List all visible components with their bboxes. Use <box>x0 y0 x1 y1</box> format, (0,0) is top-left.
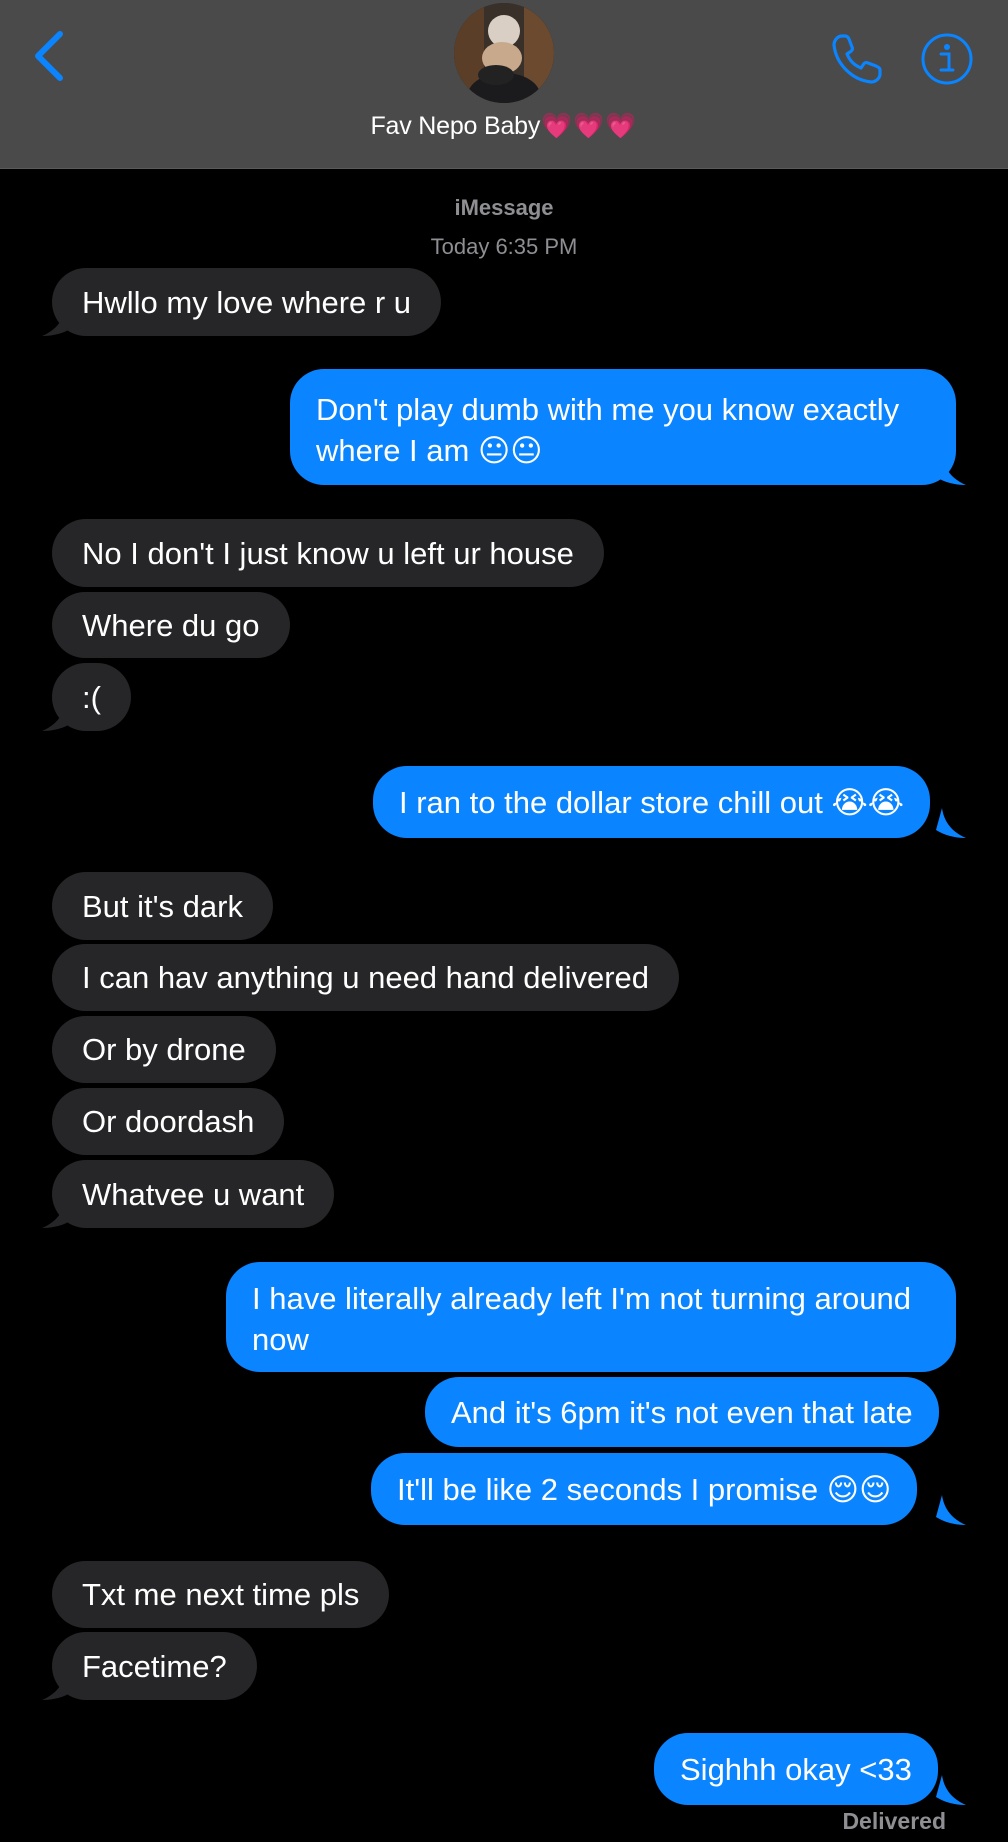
contact-name[interactable]: Fav Nepo Baby💗💗💗 <box>0 112 1008 141</box>
incoming-message[interactable]: But it's dark <box>52 872 273 940</box>
avatar-photo <box>454 3 554 103</box>
message-text: Facetime? <box>82 1648 227 1684</box>
outgoing-message[interactable]: Don't play dumb with me you know exactly… <box>290 369 956 485</box>
service-label: iMessage <box>454 195 554 220</box>
heart-emojis: 💗💗💗 <box>541 112 638 140</box>
incoming-message[interactable]: Hwllo my love where r u <box>52 268 442 336</box>
message-text: Txt me next time pls <box>82 1577 360 1612</box>
message-text: It'll be like 2 seconds I promise 😌😌 <box>397 1471 892 1507</box>
phone-icon <box>832 34 882 84</box>
message-text: No I don't I just know u left ur house <box>82 535 574 571</box>
outgoing-bubble-tail <box>936 1775 966 1805</box>
message-text: And it's 6pm it's not even that late <box>451 1394 913 1430</box>
incoming-message[interactable]: Facetime? <box>52 1632 257 1700</box>
message-text: :( <box>82 679 101 715</box>
delivered-status: Delivered <box>842 1808 946 1834</box>
message-text: Or by drone <box>82 1032 246 1067</box>
message-text: I have literally already left I'm not tu… <box>252 1281 911 1357</box>
contact-name-text: Fav Nepo Baby <box>370 112 541 140</box>
outgoing-message[interactable]: It'll be like 2 seconds I promise 😌😌 <box>371 1453 918 1525</box>
incoming-bubble-tail <box>42 306 72 336</box>
outgoing-message[interactable]: I have literally already left I'm not tu… <box>226 1262 956 1372</box>
message-text: Whatvee u want <box>82 1176 305 1212</box>
message-text: But it's dark <box>82 888 243 924</box>
message-text: I ran to the dollar store chill out 😭😭 <box>399 784 904 820</box>
incoming-message[interactable]: I can hav anything u need hand delivered <box>52 944 680 1011</box>
message-text: Sighhh okay <33 <box>680 1751 912 1787</box>
incoming-message[interactable]: Or doordash <box>52 1088 285 1155</box>
outgoing-message[interactable]: I ran to the dollar store chill out 😭😭 <box>373 766 930 838</box>
outgoing-bubble-tail <box>936 808 966 838</box>
conversation-header: Fav Nepo Baby💗💗💗 <box>0 0 1008 169</box>
message-text: Or doordash <box>82 1104 255 1139</box>
incoming-message[interactable]: Whatvee u want <box>52 1160 335 1228</box>
message-text: I can hav anything u need hand delivered <box>82 960 650 995</box>
message-text: Hwllo my love where r u <box>82 284 412 320</box>
call-button[interactable] <box>828 30 886 88</box>
info-icon <box>921 33 973 85</box>
incoming-message[interactable]: Txt me next time pls <box>52 1561 390 1628</box>
incoming-message[interactable]: Or by drone <box>52 1016 276 1083</box>
outgoing-bubble-tail <box>936 455 966 485</box>
message-text: Don't play dumb with me you know exactly… <box>316 392 900 468</box>
incoming-bubble-tail <box>42 1670 72 1700</box>
info-button[interactable] <box>920 32 974 86</box>
chevron-left-icon <box>35 31 63 81</box>
contact-avatar[interactable] <box>454 3 554 103</box>
outgoing-message[interactable]: Sighhh okay <33 <box>654 1733 938 1805</box>
outgoing-bubble-tail <box>936 1495 966 1525</box>
incoming-message[interactable]: Where du go <box>52 592 290 658</box>
incoming-bubble-tail <box>42 701 72 731</box>
message-text: Where du go <box>82 607 260 643</box>
thread-timestamp: Today 6:35 PM <box>430 234 578 259</box>
outgoing-message[interactable]: And it's 6pm it's not even that late <box>425 1377 939 1447</box>
incoming-message[interactable]: No I don't I just know u left ur house <box>52 519 604 587</box>
incoming-bubble-tail <box>42 1198 72 1228</box>
back-button[interactable] <box>28 26 78 86</box>
